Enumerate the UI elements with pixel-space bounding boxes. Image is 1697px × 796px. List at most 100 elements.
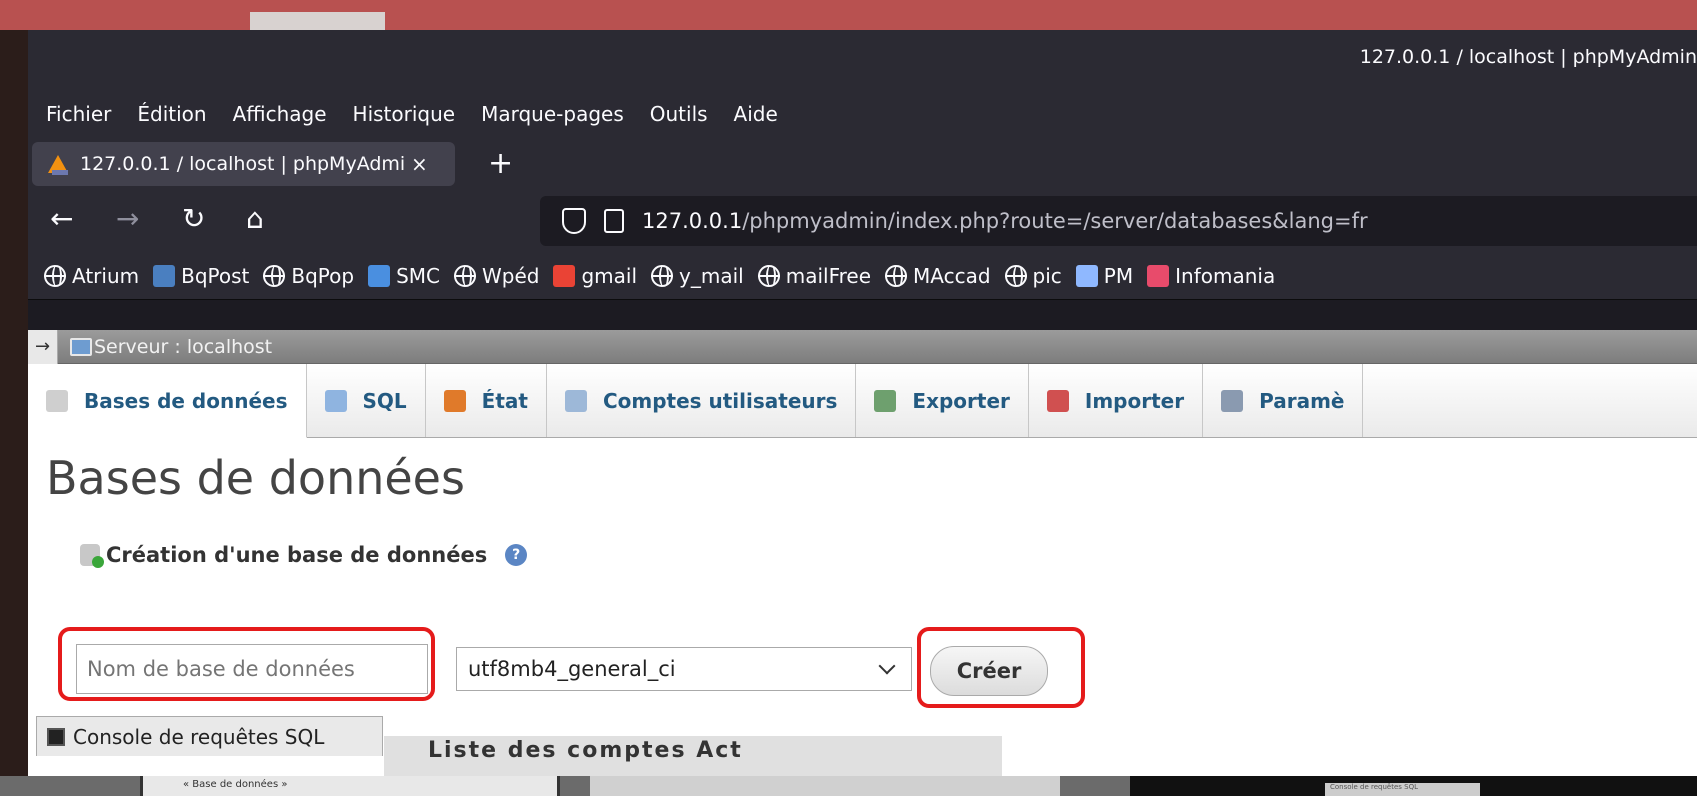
bookmark-label: PM (1103, 263, 1134, 288)
tab-label: Importer (1084, 388, 1185, 413)
url-path: /phpmyadmin/index.php?route=/server/data… (742, 209, 1368, 233)
tab-wrench[interactable]: Paramè (1203, 364, 1364, 437)
browser-window: 127.0.0.1 / localhost | phpMyAdmin Fichi… (28, 30, 1697, 776)
tab-bar: 127.0.0.1 / localhost | phpMyAdmin × + (28, 140, 1697, 188)
bookmark-infomania[interactable]: Infomania (1147, 264, 1275, 288)
globe-icon (263, 264, 286, 287)
menu-edition[interactable]: Édition (137, 102, 206, 126)
tab-title: 127.0.0.1 / localhost | phpMyAdmin (80, 153, 405, 175)
globe-icon (757, 264, 780, 287)
menu-outils[interactable]: Outils (650, 102, 708, 126)
hidden-heading: Liste des comptes Act (428, 738, 743, 763)
back-icon[interactable]: ← (50, 202, 73, 236)
star-icon (368, 264, 391, 287)
menu-bar: Fichier Édition Affichage Historique Mar… (28, 88, 1697, 140)
url-bar[interactable]: 127.0.0.1 /phpmyadmin/index.php?route=/s… (540, 196, 1697, 246)
forward-icon[interactable]: → (116, 202, 139, 236)
menu-marque-pages[interactable]: Marque-pages (481, 102, 624, 126)
gmail-icon (553, 264, 576, 287)
server-breadcrumb[interactable]: Serveur : localhost (94, 336, 272, 358)
desktop-window-stub (250, 12, 385, 30)
home-icon[interactable]: ⌂ (246, 202, 264, 236)
close-tab-icon[interactable]: × (411, 152, 428, 176)
bookmark-pm[interactable]: PM (1075, 263, 1134, 288)
status-icon (443, 389, 466, 412)
desktop-panel-3: Console de requêtes SQL (1130, 776, 1697, 796)
bookmark-label: SMC (396, 263, 440, 288)
bookmark-wp-d[interactable]: Wpéd (454, 264, 539, 288)
bookmark-label: Atrium (72, 263, 140, 288)
desktop-bottom-strip: « Base de données » Console de requêtes … (0, 776, 1697, 796)
phpmyadmin-content: → Serveur : localhost Bases de données SQ… (28, 329, 1697, 776)
chevron-down-icon (878, 657, 896, 675)
desktop-left-strip (0, 30, 28, 796)
reload-icon[interactable]: ↻ (182, 202, 205, 236)
help-icon[interactable]: ? (505, 544, 528, 566)
page-title: Bases de données (46, 451, 465, 505)
globe-icon (651, 264, 674, 287)
bookmark-bqpost[interactable]: BqPost (153, 264, 249, 288)
bookmark-label: pic (1032, 263, 1062, 288)
db-name-input[interactable] (76, 644, 428, 694)
menu-historique[interactable]: Historique (353, 102, 456, 126)
menu-fichier[interactable]: Fichier (46, 102, 111, 126)
database-icon (46, 389, 68, 412)
create-button[interactable]: Créer (930, 646, 1048, 696)
bookmarks-bar: Atrium BqPost BqPop SMC Wpéd gmail y_mail mailF… (28, 252, 1697, 300)
menu-aide[interactable]: Aide (734, 102, 778, 126)
bookmark-label: Infomania (1175, 263, 1276, 288)
pma-tabs: Bases de données SQL État Comptes utilisate… (28, 364, 1697, 438)
tab-database[interactable]: Bases de données (28, 364, 307, 438)
tab-import[interactable]: Importer (1029, 364, 1204, 437)
menu-affichage[interactable]: Affichage (233, 102, 327, 126)
user-icon (1075, 264, 1098, 287)
bookmark-label: gmail (581, 263, 638, 288)
section-title: Création d'une base de données (106, 543, 488, 567)
url-host: 127.0.0.1 (642, 209, 743, 233)
bookmark-mailfree[interactable]: mailFree (757, 263, 872, 288)
bookmark-label: BqPop (291, 263, 355, 288)
desktop-panel-1: « Base de données » (140, 776, 560, 796)
sql-console-toggle[interactable]: Console de requêtes SQL (36, 716, 383, 756)
create-db-section: Création d'une base de données ? (80, 543, 528, 568)
tab-export[interactable]: Exporter (856, 364, 1029, 437)
hidden-content-strip: Liste des comptes Act (384, 736, 1002, 776)
bookmark-pic[interactable]: pic (1004, 263, 1062, 288)
phpmyadmin-icon (46, 153, 72, 175)
bookmark-y-mail[interactable]: y_mail (651, 264, 744, 288)
server-bar: → Serveur : localhost (28, 329, 1697, 364)
users-icon (564, 389, 587, 412)
bookmark-smc[interactable]: SMC (368, 264, 440, 288)
bookmark-label: mailFree (785, 263, 872, 288)
wrench-icon (1221, 389, 1244, 412)
title-bar: 127.0.0.1 / localhost | phpMyAdmin (28, 30, 1697, 88)
desktop-panel-2 (590, 776, 1060, 796)
shield-icon[interactable] (562, 208, 586, 234)
page-icon[interactable] (604, 209, 624, 233)
desktop-panel-label: « Base de données » (183, 779, 288, 790)
bookmark-maccad[interactable]: MAccad (885, 264, 991, 288)
console-label: Console de requêtes SQL (73, 724, 325, 749)
collapse-arrow-icon[interactable]: → (28, 329, 58, 364)
bookmark-label: y_mail (679, 263, 744, 288)
infomania-icon (1147, 264, 1170, 287)
database-add-icon (80, 544, 104, 568)
collation-value: utf8mb4_general_ci (468, 657, 676, 681)
browser-tab[interactable]: 127.0.0.1 / localhost | phpMyAdmin × (32, 142, 455, 186)
bookmark-label: MAccad (913, 263, 991, 288)
collation-select[interactable]: utf8mb4_general_ci (456, 647, 912, 691)
desktop-top-strip (0, 0, 1697, 30)
sql-icon (324, 389, 347, 412)
globe-icon (44, 264, 66, 287)
nav-bar: ← → ↻ ⌂ 127.0.0.1 /phpmyadmin/index.php?… (28, 188, 1697, 252)
bookmark-atrium[interactable]: Atrium (44, 264, 139, 288)
tab-sql[interactable]: SQL (307, 364, 426, 437)
bookmark-bqpop[interactable]: BqPop (263, 264, 354, 288)
bookmark-gmail[interactable]: gmail (553, 264, 637, 288)
tab-users[interactable]: Comptes utilisateurs (547, 364, 857, 437)
new-tab-icon[interactable]: + (488, 146, 513, 181)
tab-status[interactable]: État (426, 364, 547, 437)
tab-label: Bases de données (84, 388, 288, 413)
export-icon (874, 389, 897, 412)
tab-label: SQL (362, 388, 407, 413)
